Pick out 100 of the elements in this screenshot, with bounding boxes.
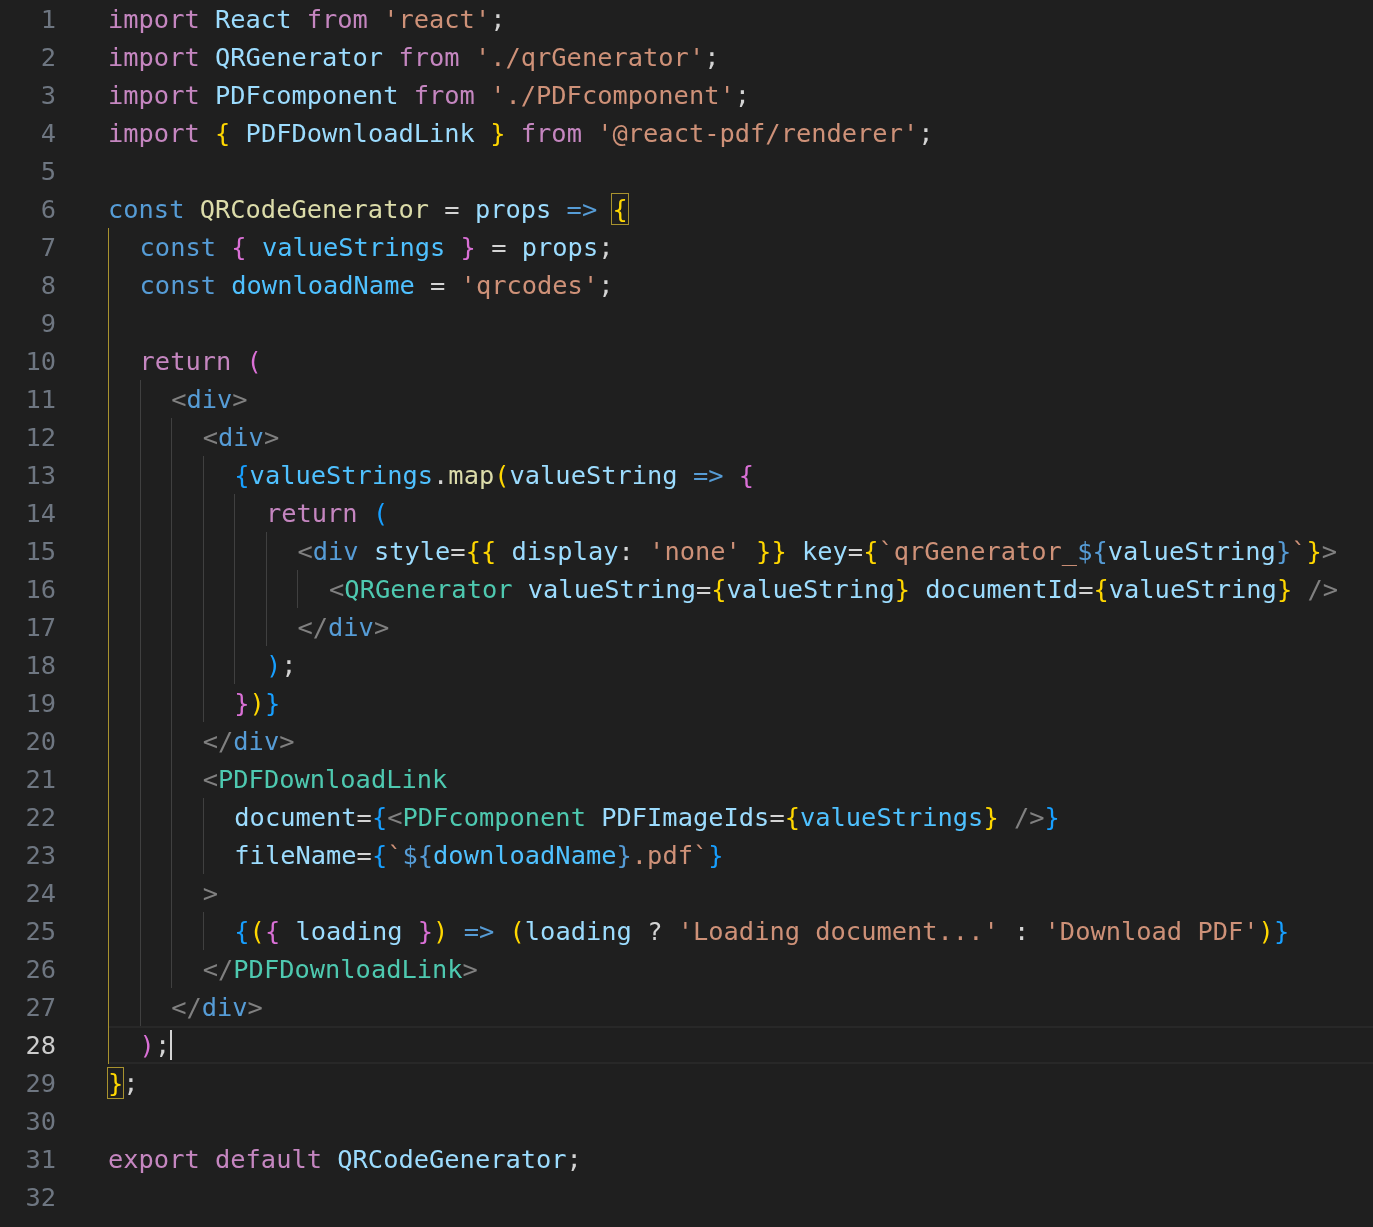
attribute-name: style: [372, 536, 451, 566]
line-number: 27: [24, 992, 56, 1022]
identifier: PDFDownloadLink: [244, 118, 476, 148]
keyword: =>: [691, 460, 725, 490]
punctuation: ;: [490, 4, 506, 34]
string-literal: .pdf`: [631, 840, 709, 870]
keyword: import: [108, 118, 201, 148]
punctuation: =: [356, 802, 372, 832]
line-number: 21: [24, 764, 56, 794]
bracket: {{: [465, 536, 497, 566]
tag-name: div: [186, 384, 233, 414]
component-name: PDFDownloadLink: [233, 954, 463, 984]
line-number: 5: [39, 156, 56, 186]
bracket: {: [371, 802, 388, 832]
line-number: 28: [24, 1030, 56, 1060]
tag-bracket: <: [387, 802, 403, 832]
line-number: 6: [39, 194, 56, 224]
tag-bracket: <: [329, 574, 345, 604]
tag-bracket: >: [279, 726, 295, 756]
tag-bracket: </: [202, 954, 234, 984]
attribute-name: documentId: [924, 574, 1079, 604]
bracket: {: [784, 802, 800, 832]
tag-bracket: </: [202, 726, 234, 756]
tag-bracket: >: [373, 612, 390, 642]
punctuation: ;: [566, 1144, 582, 1174]
identifier: valueString: [726, 574, 895, 604]
line-number: 30: [24, 1106, 56, 1136]
bracket: }: [708, 840, 724, 870]
string-literal: 'none': [649, 536, 741, 566]
identifier: downloadName: [231, 270, 415, 300]
keyword: from: [413, 80, 475, 110]
tag-bracket: >: [1321, 536, 1338, 566]
line-number: 25: [24, 916, 56, 946]
bracket: (: [372, 498, 389, 528]
bracket: {: [863, 536, 879, 566]
identifier: React: [214, 4, 293, 34]
punctuation: :: [1013, 916, 1031, 946]
tag-bracket: </: [297, 612, 329, 642]
component-name: PDFcomponent: [402, 802, 586, 832]
tag-bracket: <: [202, 764, 219, 794]
identifier: valueString: [1108, 574, 1277, 604]
keyword: import: [108, 4, 200, 34]
line-number: 4: [39, 118, 56, 148]
keyword: =>: [565, 194, 599, 224]
bracket: ): [265, 650, 282, 680]
line-number: 18: [24, 650, 56, 680]
attribute-name: valueString: [526, 574, 696, 604]
bracket: {: [231, 232, 247, 262]
bracket: ): [433, 916, 449, 946]
keyword: from: [519, 118, 582, 148]
attribute-name: document: [234, 802, 357, 832]
bracket: {: [1093, 574, 1109, 604]
keyword: return: [139, 346, 233, 376]
string-literal: 'Download PDF': [1044, 916, 1259, 946]
line-number: 12: [24, 422, 56, 452]
identifier: PDFcomponent: [214, 80, 400, 110]
line-number: 14: [24, 498, 56, 528]
punctuation: ;: [918, 118, 934, 148]
tag-name: div: [218, 422, 264, 452]
punctuation: =: [769, 802, 785, 832]
punctuation: :: [618, 536, 635, 566]
identifier: valueStrings: [799, 802, 984, 832]
tag-bracket: >: [232, 384, 248, 414]
bracket: }: [1273, 916, 1290, 946]
keyword: const: [139, 232, 217, 262]
string-literal: 'qrcodes': [460, 270, 599, 300]
tag-bracket: >: [263, 422, 280, 452]
bracket: ): [139, 1030, 155, 1060]
identifier: loading: [294, 916, 404, 946]
bracket: (: [246, 346, 262, 376]
punctuation: ;: [598, 232, 614, 262]
bracket: (: [509, 916, 525, 946]
bracket: }: [1306, 536, 1322, 566]
tag-name: div: [312, 536, 359, 566]
punctuation: =: [1078, 574, 1094, 604]
keyword: }: [1275, 536, 1292, 566]
identifier: props: [521, 232, 599, 262]
punctuation: =: [695, 574, 712, 604]
identifier: QRGenerator: [214, 42, 385, 72]
bracket: }}: [755, 536, 787, 566]
line-number: 9: [39, 308, 56, 338]
punctuation: ;: [123, 1068, 139, 1098]
bracket: }: [983, 802, 999, 832]
identifier: valueStrings: [260, 232, 447, 262]
attribute-name: PDFImageIds: [600, 802, 770, 832]
bracket: }: [417, 916, 434, 946]
bracket: }: [894, 574, 910, 604]
matched-bracket: {: [612, 194, 628, 224]
line-number: 32: [24, 1182, 56, 1212]
punctuation: ;: [598, 270, 614, 300]
identifier: map: [448, 460, 495, 490]
tag-bracket: >: [462, 954, 478, 984]
tag-name: div: [233, 726, 280, 756]
punctuation: .: [433, 460, 449, 490]
component-name: QRGenerator: [344, 574, 513, 604]
keyword: const: [108, 194, 185, 224]
line-number: 11: [24, 384, 56, 414]
tag-bracket: />: [1013, 802, 1045, 832]
keyword: =>: [462, 916, 496, 946]
string-literal: './PDFcomponent': [489, 80, 735, 110]
